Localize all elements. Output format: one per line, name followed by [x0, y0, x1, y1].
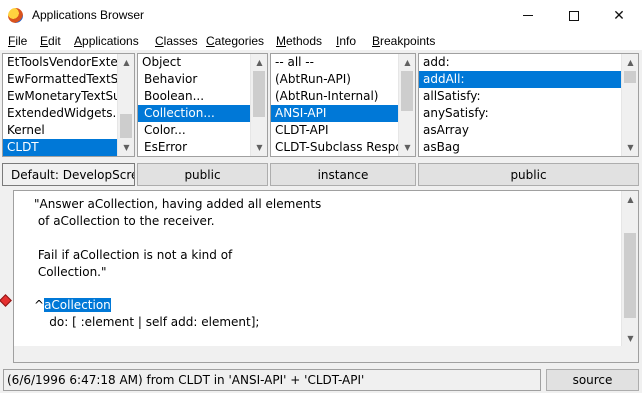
scroll-thumb[interactable] — [401, 71, 413, 111]
list-item[interactable]: EsError — [138, 139, 267, 156]
scroll-thumb[interactable] — [120, 114, 132, 138]
menu-applications[interactable]: Applications — [74, 34, 139, 48]
menu-classes[interactable]: Classes — [155, 34, 198, 48]
minimize-button[interactable] — [505, 0, 551, 31]
list-item[interactable]: allSatisfy: — [419, 88, 638, 105]
scroll-down-icon[interactable]: ▼ — [251, 139, 267, 156]
applications-list[interactable]: EtToolsVendorExter EwFormattedTextSu EwM… — [2, 53, 135, 157]
scroll-up-icon[interactable]: ▲ — [118, 54, 134, 71]
app-icon — [8, 8, 23, 23]
list-item[interactable]: EwFormattedTextSu — [3, 71, 134, 88]
menu-file[interactable]: File — [8, 34, 27, 48]
vertical-scrollbar[interactable]: ▲ ▼ — [621, 54, 638, 156]
source-editor[interactable]: "Answer aCollection, having added all el… — [13, 190, 639, 363]
scroll-down-icon[interactable]: ▼ — [622, 330, 639, 347]
editor-horizontal-scrollbar[interactable] — [14, 346, 622, 362]
methods-list[interactable]: add: addAll: allSatisfy: anySatisfy: asA… — [418, 53, 639, 157]
list-item[interactable]: ExtendedWidgets... — [3, 105, 134, 122]
vertical-scrollbar[interactable]: ▲ ▼ — [117, 54, 134, 156]
status-bar: (6/6/1996 6:47:18 AM) from CLDT in 'ANSI… — [0, 367, 642, 393]
scroll-thumb[interactable] — [624, 71, 636, 83]
categories-list[interactable]: -- all -- (AbtRun-API) (AbtRun-Internal)… — [270, 53, 416, 157]
list-item-selected[interactable]: Collection... — [138, 105, 267, 122]
list-item[interactable]: Behavior — [138, 71, 267, 88]
list-item[interactable]: (AbtRun-API) — [271, 71, 415, 88]
scroll-corner — [621, 346, 638, 362]
menu-breakpoints[interactable]: Breakpoints — [372, 34, 435, 48]
list-item[interactable]: CLDT-API — [271, 122, 415, 139]
vertical-scrollbar[interactable]: ▲ ▼ — [398, 54, 415, 156]
list-item[interactable]: Kernel — [3, 122, 134, 139]
list-item[interactable]: Object — [138, 54, 267, 71]
code-line: do: [ :element | self add: element]; — [34, 315, 260, 330]
menu-categories[interactable]: Categories — [206, 34, 264, 48]
list-item[interactable]: asArray — [419, 122, 638, 139]
maximize-icon — [569, 10, 579, 21]
vertical-scrollbar[interactable]: ▲ ▼ — [250, 54, 267, 156]
minimize-icon — [523, 15, 533, 16]
list-item-selected[interactable]: addAll: — [419, 71, 638, 88]
breakpoint-diamond-icon[interactable] — [0, 294, 12, 307]
list-item-selected[interactable]: ANSI-API — [271, 105, 415, 122]
scroll-down-icon[interactable]: ▼ — [622, 139, 638, 156]
maximize-button[interactable] — [551, 0, 597, 31]
scroll-up-icon[interactable]: ▲ — [622, 54, 638, 71]
scroll-down-icon[interactable]: ▼ — [118, 139, 134, 156]
list-item[interactable]: -- all -- — [271, 54, 415, 71]
comment-line: of aCollection to the receiver. — [34, 213, 215, 228]
editor-vertical-scrollbar[interactable]: ▲ ▼ — [621, 191, 638, 347]
list-item-selected[interactable]: CLDT — [3, 139, 134, 156]
list-item[interactable]: asBag — [419, 139, 638, 156]
list-item[interactable]: CLDT-Subclass Respo — [271, 139, 415, 156]
status-text: (6/6/1996 6:47:18 AM) from CLDT in 'ANSI… — [3, 369, 541, 391]
source-button[interactable]: source — [546, 369, 639, 391]
title-bar: Applications Browser ✕ — [0, 0, 642, 31]
close-icon: ✕ — [613, 7, 625, 24]
close-button[interactable]: ✕ — [596, 0, 642, 31]
list-item[interactable]: Boolean... — [138, 88, 267, 105]
scroll-thumb[interactable] — [624, 233, 636, 318]
scroll-thumb[interactable] — [253, 71, 265, 117]
comment-line: Fail if aCollection is not a kind of — [34, 247, 233, 262]
menu-bar: File Edit Applications Classes Categorie… — [0, 31, 642, 51]
list-item[interactable]: anySatisfy: — [419, 105, 638, 122]
scroll-up-icon[interactable]: ▲ — [251, 54, 267, 71]
window-title: Applications Browser — [32, 8, 145, 22]
list-item[interactable]: EtToolsVendorExter — [3, 54, 134, 71]
list-item[interactable]: (AbtRun-Internal) — [271, 88, 415, 105]
method-source[interactable]: "Answer aCollection, having added all el… — [34, 196, 321, 331]
selected-text[interactable]: aCollection — [44, 298, 111, 313]
return-caret: ^ — [34, 298, 45, 313]
comment-line: "Answer aCollection, having added all el… — [34, 197, 322, 211]
menu-methods[interactable]: Methods — [276, 34, 322, 48]
instance-class-toggle[interactable]: instance — [270, 163, 416, 186]
menu-edit[interactable]: Edit — [40, 34, 61, 48]
scroll-up-icon[interactable]: ▲ — [399, 54, 415, 71]
list-item[interactable]: add: — [419, 54, 638, 71]
classes-scope-toggle[interactable]: public — [137, 163, 268, 186]
scroll-up-icon[interactable]: ▲ — [622, 191, 639, 208]
menu-info[interactable]: Info — [336, 34, 356, 48]
comment-line: Collection." — [34, 264, 107, 279]
list-item[interactable]: Color... — [138, 122, 267, 139]
classes-list[interactable]: Object Behavior Boolean... Collection...… — [137, 53, 268, 157]
list-item[interactable]: EwMonetaryTextSup — [3, 88, 134, 105]
scroll-down-icon[interactable]: ▼ — [399, 139, 415, 156]
configuration-selector[interactable]: Default: DevelopScre — [2, 163, 135, 186]
methods-scope-toggle[interactable]: public — [418, 163, 639, 186]
